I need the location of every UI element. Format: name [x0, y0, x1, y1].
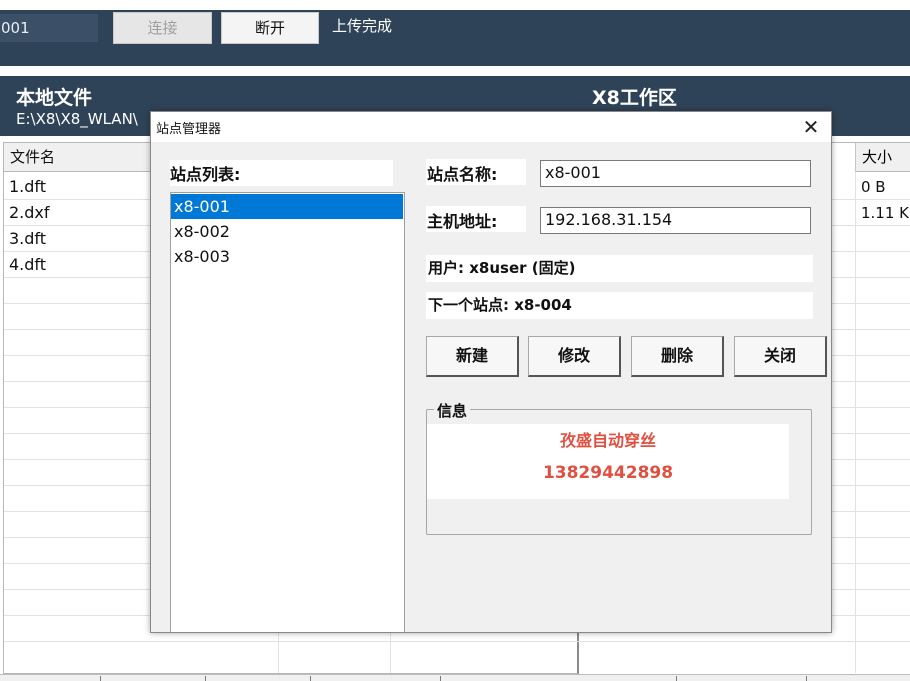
close-button[interactable]: 关闭 [734, 336, 827, 377]
file-row[interactable]: 4.dft [9, 255, 46, 274]
edit-button[interactable]: 修改 [528, 336, 621, 377]
column-header-filename[interactable]: 文件名 [4, 143, 164, 172]
status-bar [0, 674, 910, 681]
upload-status: 上传完成 [332, 17, 393, 35]
file-row[interactable]: 3.dft [9, 229, 46, 248]
site-name-label: 站点名称: [427, 165, 498, 184]
host-label: 主机地址: [427, 212, 498, 231]
close-icon[interactable]: ✕ [797, 113, 825, 141]
file-row[interactable]: 2.dxf [9, 203, 50, 222]
new-button[interactable]: 新建 [426, 336, 519, 377]
info-legend: 信息 [434, 400, 471, 421]
delete-button[interactable]: 删除 [631, 336, 724, 377]
host-input[interactable]: 192.168.31.154 [540, 207, 811, 234]
dialog-titlebar[interactable] [151, 112, 831, 142]
next-site-info: 下一个站点: x8-004 [426, 292, 813, 319]
site-name-input[interactable]: x8-001 [540, 160, 811, 187]
disconnect-button[interactable]: 断开 [221, 12, 319, 44]
x8-workspace-title: X8工作区 [592, 87, 677, 109]
column-header-size[interactable]: 大小 [855, 143, 910, 172]
site-list-label: 站点列表: [170, 165, 241, 184]
phone-number: 13829442898 [542, 463, 674, 483]
size-cell: 1.11 K [861, 204, 910, 222]
site-input[interactable]: 001 [0, 14, 98, 42]
size-cell: 0 B [861, 178, 886, 196]
site-list-item-x8-001[interactable]: x8-001 [171, 194, 403, 219]
site-list-item-x8-003[interactable]: x8-003 [171, 244, 403, 269]
local-path: E:\X8\X8_WLAN\ [16, 110, 138, 128]
site-list-item-x8-002[interactable]: x8-002 [171, 219, 403, 244]
company-name: 孜盛自动穿丝 [559, 431, 656, 450]
connect-button[interactable]: 连接 [113, 12, 212, 44]
dialog-title: 站点管理器 [156, 122, 222, 137]
user-info: 用户: x8user (固定) [426, 255, 813, 282]
file-row[interactable]: 1.dft [9, 177, 46, 196]
local-files-title: 本地文件 [16, 87, 93, 109]
